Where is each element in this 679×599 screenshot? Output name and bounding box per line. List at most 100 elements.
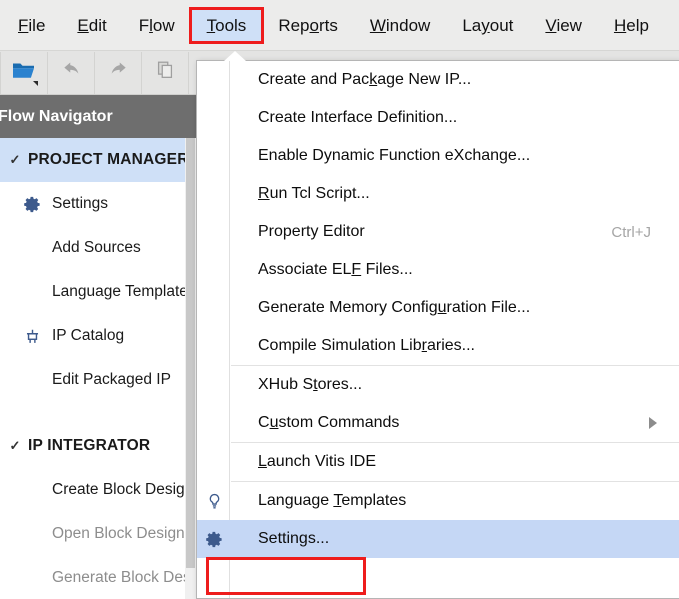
menu-item-generate-memory-configuration-file[interactable]: Generate Memory Configuration File...: [197, 289, 679, 327]
undo-arrow-icon: [60, 60, 83, 85]
menu-edit[interactable]: Edit: [62, 10, 121, 41]
menu-item-create-and-package-new-ip[interactable]: Create and Package New IP...: [197, 61, 679, 99]
sidebar-item-label: IP Catalog: [52, 327, 125, 344]
menu-item-label: Create and Package New IP...: [197, 71, 471, 89]
menu-item-label-pre: Property Editor: [258, 223, 365, 240]
chevron-expanded-icon[interactable]: ✓: [2, 152, 28, 168]
menu-item-label-post: Files...: [361, 261, 413, 278]
menu-item-label: Launch Vitis IDE: [197, 453, 376, 471]
menu-title-text: La: [462, 16, 482, 35]
sidebar-scrollbar-thumb[interactable]: [186, 138, 195, 568]
menu-item-label: Run Tcl Script...: [197, 185, 370, 203]
sidebar-group-spacer: [0, 402, 196, 424]
menu-item-label-post: stom Commands: [278, 414, 400, 431]
menu-item-label-mnemonic: L: [258, 453, 267, 470]
sidebar-item-open-block-design: Open Block Design: [0, 512, 196, 556]
menu-title-text-rest: out: [489, 16, 514, 35]
menu-item-compile-simulation-libraries[interactable]: Compile Simulation Libraries...: [197, 327, 679, 365]
sidebar-item-label: Create Block Design: [52, 481, 194, 498]
menu-pointer-triangle: [224, 51, 246, 61]
tools-dropdown-menu: Create and Package New IP... Create Inter…: [196, 60, 679, 599]
menu-title-mnemonic: T: [206, 16, 216, 35]
menu-item-label-post: un Tcl Script...: [269, 185, 370, 202]
menu-item-custom-commands[interactable]: Custom Commands: [197, 404, 679, 442]
menu-flow[interactable]: Flow: [124, 10, 190, 41]
menu-help[interactable]: Help: [599, 10, 664, 41]
menu-title-text-rest: rts: [318, 16, 338, 35]
menu-item-label: XHub Stores...: [197, 376, 362, 394]
sidebar-item-settings[interactable]: Settings: [0, 182, 196, 226]
menu-tools[interactable]: Tools: [191, 10, 262, 41]
sidebar-section-project-manager[interactable]: ✓ PROJECT MANAGER: [0, 138, 196, 182]
menu-item-settings[interactable]: Settings...: [197, 520, 679, 558]
menu-item-enable-dynamic-function-exchange[interactable]: Enable Dynamic Function eXchange...: [197, 137, 679, 175]
menu-file[interactable]: File: [3, 10, 60, 41]
copy-button: [142, 51, 189, 94]
redo-button: [95, 51, 142, 94]
menu-item-property-editor[interactable]: Property Editor Ctrl+J: [197, 213, 679, 251]
menu-title-mnemonic: o: [309, 16, 319, 35]
sidebar-item-create-block-design[interactable]: Create Block Design: [0, 468, 196, 512]
menu-bar: File Edit Flow Tools Reports Window Layout View…: [0, 0, 679, 51]
menu-title-text-rest: ow: [152, 16, 175, 35]
menu-item-label-mnemonic: F: [351, 261, 362, 278]
ip-chip-icon: [14, 327, 50, 346]
sidebar-section-label: IP INTEGRATOR: [28, 437, 151, 454]
menu-item-label-pre: Settings...: [258, 530, 330, 547]
menu-item-label: Custom Commands: [197, 414, 399, 432]
menu-item-launch-vitis-ide[interactable]: Launch Vitis IDE: [197, 443, 679, 481]
undo-button: [48, 51, 95, 94]
flow-navigator-title: Flow Navigator: [0, 95, 196, 138]
flow-navigator-title-label: Flow Navigator: [0, 107, 113, 125]
gear-icon: [197, 520, 231, 558]
copy-icon: [154, 59, 176, 86]
menu-title-mnemonic: H: [613, 16, 627, 35]
menu-item-xhub-stores[interactable]: XHub Stores...: [197, 366, 679, 404]
menu-item-label-post: aries...: [426, 337, 475, 354]
menu-title-text-rest: elp: [626, 16, 649, 35]
menu-item-label-mnemonic: R: [258, 185, 270, 202]
menu-item-label: Compile Simulation Libraries...: [197, 337, 475, 355]
menu-item-associate-elf-files[interactable]: Associate ELF Files...: [197, 251, 679, 289]
open-project-button[interactable]: [0, 51, 48, 94]
sidebar-item-edit-packaged-ip[interactable]: Edit Packaged IP: [0, 358, 196, 402]
sidebar-item-add-sources[interactable]: Add Sources: [0, 226, 196, 270]
menu-item-language-templates[interactable]: Language Templates: [197, 482, 679, 520]
submenu-arrow-icon[interactable]: [649, 417, 657, 429]
menu-title-text: Rep: [278, 16, 310, 35]
sidebar-item-language-templates[interactable]: Language Templates: [0, 270, 196, 314]
flow-navigator-panel: Flow Navigator ✓ PROJECT MANAGER Settings…: [0, 95, 196, 599]
dropdown-caret-icon[interactable]: [33, 80, 38, 86]
menu-item-create-interface-definition[interactable]: Create Interface Definition...: [197, 99, 679, 137]
menu-title-mnemonic: V: [545, 16, 557, 35]
menu-item-label-post: aunch Vitis IDE: [266, 453, 376, 470]
menu-item-label: Create Interface Definition...: [197, 109, 457, 127]
menu-title-text-rest: ools: [215, 16, 247, 35]
menu-title-mnemonic: y: [481, 16, 490, 35]
menu-window[interactable]: Window: [355, 10, 445, 41]
menu-item-label-pre: Enable Dynamic Function eXchange...: [258, 147, 531, 164]
sidebar-item-generate-block-design: Generate Block Design: [0, 556, 196, 599]
menu-item-run-tcl-script[interactable]: Run Tcl Script...: [197, 175, 679, 213]
menu-reports[interactable]: Reports: [263, 10, 353, 41]
menu-item-label-pre: Associate EL: [258, 261, 352, 278]
menu-view[interactable]: View: [530, 10, 597, 41]
chevron-expanded-icon[interactable]: ✓: [2, 438, 28, 454]
menu-title-text: F: [138, 16, 150, 35]
menu-item-label-post: ores...: [317, 376, 363, 393]
sidebar-scrollbar[interactable]: [185, 138, 196, 599]
menu-layout[interactable]: Layout: [447, 10, 528, 41]
sidebar-item-ip-catalog[interactable]: IP Catalog: [0, 314, 196, 358]
menu-title-mnemonic: E: [77, 16, 89, 35]
sidebar-item-label: Settings: [52, 195, 109, 212]
menu-item-label-pre: C: [258, 414, 270, 431]
menu-item-label-mnemonic: k: [369, 71, 378, 88]
menu-item-label-pre: Create Interface Definition...: [258, 109, 458, 126]
menu-title-text-rest: indow: [385, 16, 431, 35]
menu-item-label: Generate Memory Configuration File...: [197, 299, 530, 317]
sidebar-item-label: Edit Packaged IP: [52, 371, 171, 388]
menu-item-label-mnemonic: u: [437, 299, 447, 316]
menu-title-text-rest: iew: [556, 16, 582, 35]
menu-item-label-pre: Create and Pac: [258, 71, 370, 88]
sidebar-section-ip-integrator[interactable]: ✓ IP INTEGRATOR: [0, 424, 196, 468]
